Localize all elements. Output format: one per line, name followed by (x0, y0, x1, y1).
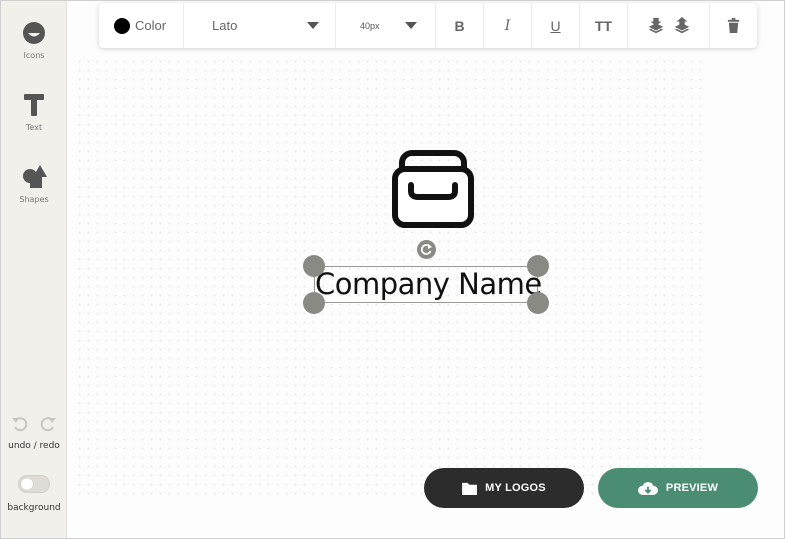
redo-icon[interactable] (39, 415, 57, 433)
sidebar-tool-label: Shapes (19, 195, 49, 204)
preview-button[interactable]: PREVIEW (598, 468, 758, 508)
font-size-value: 40px (360, 20, 380, 31)
font-size-select[interactable]: 40px (336, 3, 436, 48)
background-toggle[interactable] (18, 475, 50, 493)
color-label: Color (135, 18, 167, 33)
text-toolbar: Color Lato 40px B I U TT (99, 3, 757, 48)
resize-handle-top-right[interactable] (527, 255, 549, 277)
layer-controls (628, 3, 710, 48)
toggle-knob (21, 478, 33, 490)
background-toggle-group: background (1, 475, 67, 513)
my-logos-label: MY LOGOS (485, 482, 546, 494)
chevron-down-icon (307, 22, 319, 29)
sidebar-tool-label: Text (25, 123, 43, 132)
sidebar: Icons Text Shapes undo / redo background (1, 1, 67, 538)
company-name-text[interactable]: Company Name (315, 265, 542, 303)
chevron-down-icon (405, 22, 417, 29)
sidebar-tool-icons[interactable]: Icons (1, 19, 67, 60)
bring-forward-icon[interactable] (673, 16, 691, 35)
undo-icon[interactable] (11, 415, 29, 433)
smiley-icon (23, 22, 45, 44)
send-backward-icon[interactable] (647, 17, 665, 35)
shapes-icon (23, 165, 47, 188)
resize-handle-bottom-left[interactable] (303, 292, 325, 314)
undo-redo-label: undo / redo (8, 441, 60, 451)
italic-button[interactable]: I (484, 3, 532, 48)
font-family-select[interactable]: Lato (184, 3, 336, 48)
background-label: background (7, 503, 61, 513)
trash-icon (727, 18, 739, 33)
delete-button[interactable] (710, 3, 756, 48)
undo-redo-group: undo / redo (1, 415, 67, 451)
resize-handle-bottom-right[interactable] (527, 292, 549, 314)
color-swatch (114, 17, 130, 34)
rotate-handle[interactable] (417, 240, 436, 259)
sidebar-tool-shapes[interactable]: Shapes (1, 163, 67, 204)
cloud-download-icon (637, 481, 658, 495)
font-family-value: Lato (212, 18, 238, 33)
text-t-icon (24, 94, 44, 116)
preview-label: PREVIEW (665, 482, 719, 494)
sidebar-tool-text[interactable]: Text (1, 91, 67, 132)
bold-button[interactable]: B (436, 3, 484, 48)
rotate-icon (420, 244, 432, 255)
briefcase-icon[interactable] (392, 149, 474, 229)
logo-editor: Icons Text Shapes undo / redo background… (0, 0, 785, 539)
color-picker[interactable]: Color (99, 3, 184, 48)
sidebar-tool-label: Icons (23, 51, 45, 60)
resize-handle-top-left[interactable] (303, 255, 325, 277)
folder-icon (462, 482, 478, 495)
my-logos-button[interactable]: MY LOGOS (424, 468, 584, 508)
underline-button[interactable]: U (532, 3, 580, 48)
uppercase-button[interactable]: TT (580, 3, 628, 48)
